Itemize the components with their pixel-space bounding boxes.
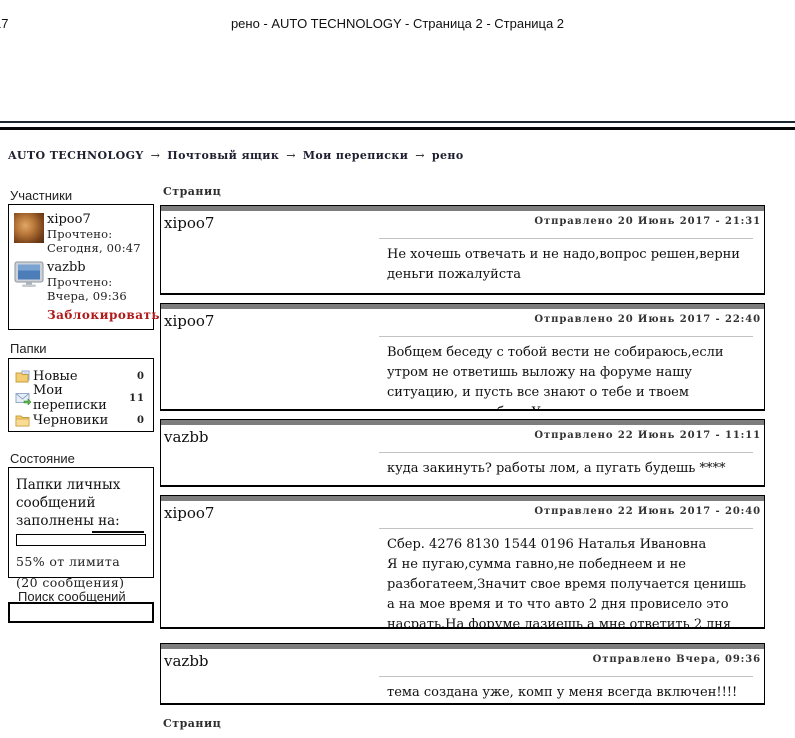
participants-box: xipoo7 Прочтено: Сегодня, 00:47 vazbb Пр… — [8, 204, 160, 330]
message-body: Не хочешь отвечать и не надо,вопрос реше… — [387, 247, 740, 282]
message-author-link[interactable]: xipoo7 — [164, 214, 214, 232]
folder-new-icon — [15, 370, 33, 383]
folder-label[interactable]: Черновики — [33, 413, 108, 428]
envelope-arrow-icon — [15, 392, 33, 405]
progress-bar-track — [16, 534, 146, 546]
pages-label-bottom: Страниц — [163, 717, 222, 730]
breadcrumb: AUTO TECHNOLOGY → Почтовый ящик → Мои перепи… — [8, 149, 464, 162]
participant-name-link[interactable]: xipoo7 — [47, 212, 149, 227]
participant-read-status: Прочтено: Сегодня, 00:47 — [47, 227, 141, 255]
breadcrumb-item-mailbox[interactable]: Почтовый ящик — [167, 149, 279, 162]
folder-label[interactable]: Новые — [33, 369, 78, 384]
breadcrumb-item-forum[interactable]: AUTO TECHNOLOGY — [8, 149, 144, 162]
folder-count: 0 — [137, 414, 145, 426]
print-title: рено - AUTO TECHNOLOGY - Страница 2 - Ст… — [230, 16, 565, 31]
message-body: тема создана уже, комп у меня всегда вкл… — [387, 685, 738, 700]
breadcrumb-item-conversations[interactable]: Мои переписки — [303, 149, 408, 162]
horizontal-rule-thin — [0, 121, 795, 123]
search-input[interactable] — [8, 602, 154, 623]
participant-row: xipoo7 Прочтено: Сегодня, 00:47 — [14, 212, 149, 255]
folder-count: 0 — [137, 370, 145, 382]
message-author-link[interactable]: xipoo7 — [164, 504, 214, 522]
message-divider — [379, 676, 753, 677]
status-fill-text: Папки личных сообщений заполнены на: — [16, 477, 121, 529]
block-user-link[interactable]: Заблокировать — [47, 308, 160, 322]
message-card: vazbb Отправлено Вчера, 09:36 тема созда… — [160, 643, 765, 705]
message-body: Сбер. 4276 8130 1544 0196 Наталья Иванов… — [387, 537, 747, 629]
breadcrumb-item-topic[interactable]: рено — [432, 149, 464, 162]
message-card: xipoo7 Отправлено 22 Июнь 2017 - 20:40 С… — [160, 495, 765, 629]
folder-drafts-icon — [15, 414, 33, 427]
message-card: xipoo7 Отправлено 20 Июнь 2017 - 22:40 В… — [160, 303, 765, 411]
message-timestamp: Отправлено 22 Июнь 2017 - 11:11 — [534, 430, 761, 441]
breadcrumb-arrow-icon: → — [150, 149, 161, 162]
message-timestamp: Отправлено 20 Июнь 2017 - 21:31 — [534, 216, 761, 227]
folder-label[interactable]: Мои переписки — [33, 383, 129, 413]
message-timestamp: Отправлено 22 Июнь 2017 - 20:40 — [534, 506, 761, 517]
message-divider — [379, 452, 753, 453]
message-author-link[interactable]: xipoo7 — [164, 312, 214, 330]
message-card: vazbb Отправлено 22 Июнь 2017 - 11:11 ку… — [160, 419, 765, 487]
message-body: куда закинуть? работы лом, а пугать буде… — [387, 461, 726, 476]
message-card: xipoo7 Отправлено 20 Июнь 2017 - 21:31 Н… — [160, 205, 765, 295]
pages-label-top: Страниц — [163, 185, 222, 198]
participant-read-status: Прочтено: Вчера, 09:36 — [47, 275, 127, 303]
message-timestamp: Отправлено 20 Июнь 2017 - 22:40 — [534, 314, 761, 325]
folder-row-conversations[interactable]: Мои переписки 11 — [15, 383, 145, 413]
folders-section-title: Папки — [10, 341, 47, 356]
horizontal-rule-thick — [0, 127, 795, 130]
message-body: Вобщем беседу с тобой вести не собираюсь… — [387, 345, 724, 409]
avatar — [14, 260, 47, 303]
participant-name-link[interactable]: vazbb — [47, 260, 149, 275]
message-divider — [379, 238, 753, 239]
status-section-title: Состояние — [10, 451, 75, 466]
message-author-link[interactable]: vazbb — [164, 652, 209, 670]
message-timestamp: Отправлено Вчера, 09:36 — [592, 654, 761, 665]
avatar — [14, 212, 47, 255]
participant-row: vazbb Прочтено: Вчера, 09:36 — [14, 260, 149, 303]
monitor-icon — [14, 261, 44, 287]
status-limit-text: 55% от лимита (20 сообщения) — [16, 554, 125, 590]
breadcrumb-arrow-icon: → — [415, 149, 425, 162]
message-divider — [379, 528, 753, 529]
progress-bar-fill — [92, 531, 144, 533]
folder-count: 11 — [129, 392, 145, 404]
participants-section-title: Участники — [10, 188, 73, 203]
message-author-link[interactable]: vazbb — [164, 428, 209, 446]
status-box: Папки личных сообщений заполнены на: 55%… — [8, 467, 154, 590]
messages-column: Страниц xipoo7 Отправлено 20 Июнь 2017 -… — [160, 185, 765, 733]
breadcrumb-arrow-icon: → — [286, 149, 296, 162]
folders-box: Новые 0 Мои переписки 11 Черновики 0 — [8, 358, 154, 432]
user-photo-avatar — [14, 213, 44, 243]
message-divider — [379, 336, 753, 337]
